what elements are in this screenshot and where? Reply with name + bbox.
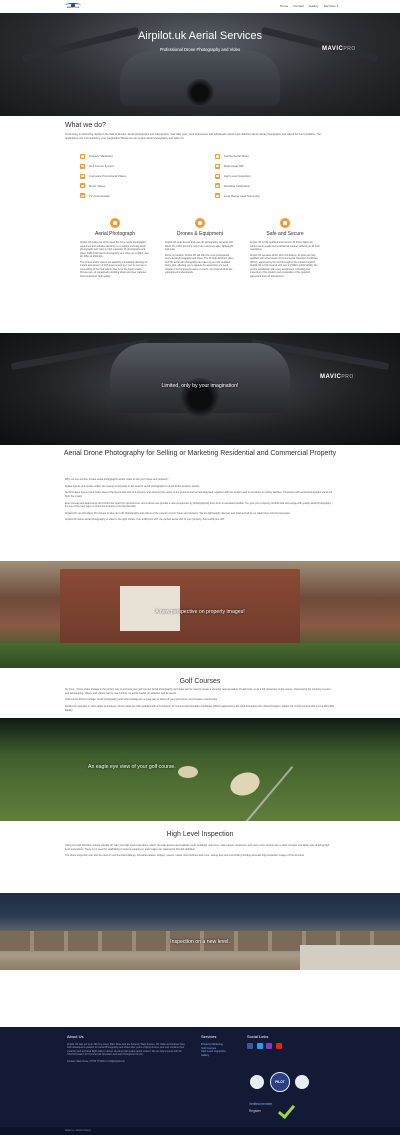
- footer-services-title: Services: [201, 1034, 217, 1039]
- feature-item: Real estate 360: [215, 163, 320, 169]
- feature-item: Long Range Land Surveying: [215, 193, 320, 199]
- inspection-body: Using our high definition drones, Airpil…: [65, 844, 330, 858]
- photo-icon: [110, 218, 120, 228]
- feature-item: Wedding Celebration: [215, 183, 320, 189]
- main-nav: Home Contact Gallery Services ▾: [280, 4, 338, 8]
- what-we-do-title: What we do?: [65, 122, 106, 129]
- drone-banner: MAVICPRO Limited, only by your imaginati…: [0, 333, 400, 445]
- camera-icon: [215, 154, 220, 159]
- mavic-pro-logo: MAVICPRO: [322, 46, 356, 52]
- feature-item: Further Aerial Shots: [215, 154, 320, 159]
- what-we-do-intro: Technology is advancing rapidly in the f…: [65, 133, 321, 140]
- feature-item: Music Videos: [80, 183, 185, 189]
- banner-caption: Inspection on a new level.: [170, 939, 230, 945]
- facebook-icon[interactable]: [247, 1042, 253, 1049]
- register-link[interactable]: Register: [249, 1109, 261, 1114]
- hero-title: Airpilot.uk Aerial Services: [137, 30, 263, 42]
- golf-icon: [80, 163, 85, 169]
- search-icon: [215, 173, 220, 179]
- drone-camera-image: [186, 79, 214, 107]
- twitter-icon[interactable]: [256, 1042, 263, 1049]
- music-icon: [80, 183, 85, 189]
- home-icon: [80, 154, 85, 159]
- check-icon: [277, 1100, 296, 1120]
- property-body: Why not use a drone to take aerial photo…: [65, 478, 333, 522]
- copyright-bar: Made by: Airpilot Gallery: [0, 1127, 400, 1135]
- footer-social: Social Links: [247, 1034, 337, 1049]
- nav-services[interactable]: Services ▾: [324, 4, 338, 8]
- inspection-banner: Inspection on a new level.: [0, 893, 400, 970]
- aerial-photograph-column: Aerial Photograph Airpilot UK make use o…: [80, 218, 150, 280]
- footer-link[interactable]: Gallery: [201, 1054, 241, 1058]
- feature-item: Property Marketing: [80, 154, 185, 159]
- site-footer: About Us Airpilot UK was set up in 2017 …: [0, 1027, 400, 1127]
- caa-badge-icon: [250, 1075, 264, 1089]
- instagram-icon[interactable]: [266, 1042, 272, 1049]
- nav-gallery[interactable]: Gallery: [309, 4, 319, 8]
- mavic-pro-logo: MAVICPRO: [320, 374, 354, 380]
- property-title: Aerial Drone Photography for Selling or …: [63, 450, 337, 457]
- drone-icon: [195, 218, 205, 228]
- nav-contact[interactable]: Contact: [293, 4, 304, 8]
- banner-caption: An eagle eye view of your golf course.: [88, 764, 176, 770]
- info-columns: Aerial Photograph Airpilot UK make use o…: [80, 218, 320, 280]
- panorama-icon: [215, 163, 220, 169]
- video-icon: [80, 173, 85, 179]
- insurance-badge-icon: [295, 1075, 309, 1089]
- feature-item: TV Commercials: [80, 193, 185, 199]
- property-banner: A new perspective on property images!: [0, 561, 400, 668]
- feature-item: High Level Inspection: [215, 173, 320, 179]
- feature-list: Property Marketing Further Aerial Shots …: [80, 154, 320, 199]
- footer-contact[interactable]: Contact: Marc Rose, 07786 771460 or info…: [67, 1060, 187, 1063]
- footer-about-title: About Us: [67, 1034, 84, 1039]
- youtube-icon[interactable]: [275, 1042, 282, 1049]
- hero-banner: Airpilot.uk Aerial Services Professional…: [0, 13, 400, 116]
- footer-about: About Us Airpilot UK was set up in 2017 …: [67, 1034, 187, 1063]
- feature-item: Golf Course fly-over: [80, 163, 185, 169]
- golf-body: Fly Over - Drone video footage is the pe…: [65, 688, 335, 712]
- footer-social-title: Social Links: [247, 1034, 269, 1039]
- golf-title: Golf Courses: [179, 678, 221, 685]
- column-title: Safe and Secure: [266, 231, 304, 237]
- map-icon: [215, 193, 220, 199]
- bunker-image: [227, 768, 263, 800]
- feature-item: Corporate Promotional Videos: [80, 173, 185, 179]
- banner-caption: A new perspective on property images!: [155, 609, 245, 615]
- site-logo[interactable]: AIRPILOT.UK: [62, 2, 84, 11]
- verified-member-text: Verified member: [249, 1102, 273, 1106]
- safe-secure-column: Safe and Secure Airpilot UK is fully qua…: [250, 218, 320, 280]
- bunker-image: [178, 766, 198, 778]
- shield-icon: [280, 218, 290, 228]
- pilot-badge-icon: PILOT: [270, 1072, 290, 1092]
- golf-banner: An eagle eye view of your golf course.: [0, 718, 400, 821]
- heart-icon: [215, 183, 220, 189]
- inspection-title: High Level Inspection: [166, 831, 234, 838]
- column-title: Aerial Photograph: [94, 231, 136, 237]
- logo-text: AIRPILOT.UK: [66, 7, 80, 10]
- drones-equipment-column: Drones & Equipment Airpilot UK rents dro…: [165, 218, 235, 280]
- column-title: Drones & Equipment: [176, 231, 224, 237]
- top-navbar: AIRPILOT.UK Home Contact Gallery Service…: [0, 0, 400, 13]
- banner-caption: Limited, only by your imagination!: [161, 383, 239, 389]
- footer-services: Services Property Marketing Golf Courses…: [201, 1034, 241, 1058]
- nav-home[interactable]: Home: [280, 4, 288, 8]
- tv-icon: [80, 193, 85, 199]
